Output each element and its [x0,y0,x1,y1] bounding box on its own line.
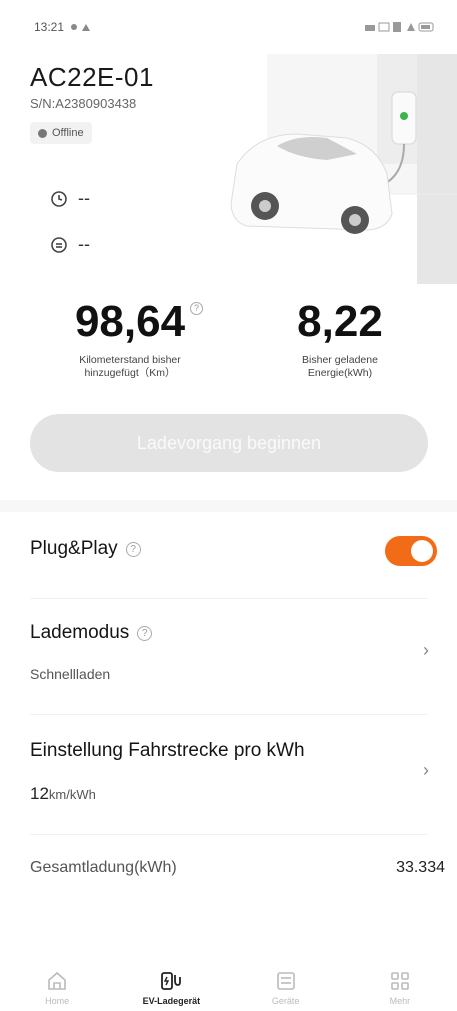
divider [30,834,427,835]
help-icon[interactable]: ? [137,625,153,641]
device-hero: AC22E-01 S/N:A2380903438 Offline -- -- [0,54,457,284]
charge-mode-label: Lademodus [30,622,130,643]
charge-mode-value: Schnellladen [30,666,111,682]
charging-time-row: -- [50,188,90,209]
chevron-right-icon: › [423,760,429,780]
status-bar: 13:21 [0,0,457,54]
chevron-right-icon: › [423,640,429,660]
toggle-knob [411,540,433,562]
status-time: 13:21 [34,20,65,34]
plug-play-toggle[interactable] [385,536,437,566]
distance-value: 12 [30,784,49,803]
nav-devices[interactable]: Geräte [229,968,343,1011]
distance-setting-row[interactable]: Einstellung Fahrstrecke pro kWh 12km/kWh… [0,730,457,820]
charge-mode-title: Lademodus ? [30,622,153,644]
energy-value: 8,22 [297,297,383,346]
signal-icon [71,24,91,31]
start-charging-button[interactable]: Ladevorgang beginnen [30,414,428,472]
device-serial: S/N:A2380903438 [30,96,137,111]
section-divider [0,500,457,512]
nav-devices-label: Geräte [271,996,300,1006]
home-icon [48,971,66,990]
charging-time-value: -- [78,188,90,208]
nav-ev-charger-label: EV-Ladegerät [142,996,201,1006]
distance-value-wrap: 12km/kWh [30,784,96,804]
devices-icon [276,972,295,990]
status-right [365,21,435,33]
mileage-value-wrap: 98,64 ? [74,296,204,348]
plug-play-label: Plug&Play [30,538,118,559]
nav-more-label: Mehr [389,996,411,1006]
status-badge-label: Offline [52,127,84,139]
bottom-nav: Home EV-Ladegerät Geräte Mehr [0,968,457,1011]
mileage-stat: 98,64 ? Kilometerstand bisher hinzugefüg… [30,296,230,380]
divider [30,714,427,715]
car-charging-illustration [230,54,457,284]
clock-icon [51,190,67,207]
mileage-value: 98,64 [74,297,186,346]
charging-power-value: -- [78,234,90,254]
energy-label: Bisher geladene Energie(kWh) [302,354,378,379]
energy-stat: 8,22 Bisher geladene Energie(kWh) [240,296,440,380]
charging-power-row: -- [50,234,90,255]
status-left: 13:21 [34,20,92,34]
device-name: AC22E-01 [30,62,154,92]
help-icon[interactable]: ? [125,541,141,557]
nav-home[interactable]: Home [0,968,114,1011]
nav-ev-charger[interactable]: EV-Ladegerät [114,968,228,1011]
stats-panel: 98,64 ? Kilometerstand bisher hinzugefüg… [0,296,457,396]
status-icons [365,22,434,32]
power-icon [51,236,67,253]
distance-label: Einstellung Fahrstrecke pro kWh [30,740,305,761]
divider [30,598,427,599]
grid-icon [391,972,409,990]
total-charge-value: 33.334 [396,859,445,876]
status-badge: Offline [30,122,92,144]
nav-home-label: Home [45,996,70,1006]
ev-charger-icon [161,972,182,990]
total-charge-label: Gesamtladung(kWh) [30,859,177,876]
charge-mode-row[interactable]: Lademodus ? Schnellladen › [0,610,457,700]
distance-unit: km/kWh [48,787,96,802]
nav-more[interactable]: Mehr [343,968,457,1011]
help-icon[interactable]: ? [190,302,204,315]
mileage-label: Kilometerstand bisher hinzugefügt（Km） [79,354,181,379]
offline-dot-icon [38,128,47,138]
distance-title: Einstellung Fahrstrecke pro kWh [30,740,305,762]
plug-play-title: Plug&Play ? [30,538,141,560]
